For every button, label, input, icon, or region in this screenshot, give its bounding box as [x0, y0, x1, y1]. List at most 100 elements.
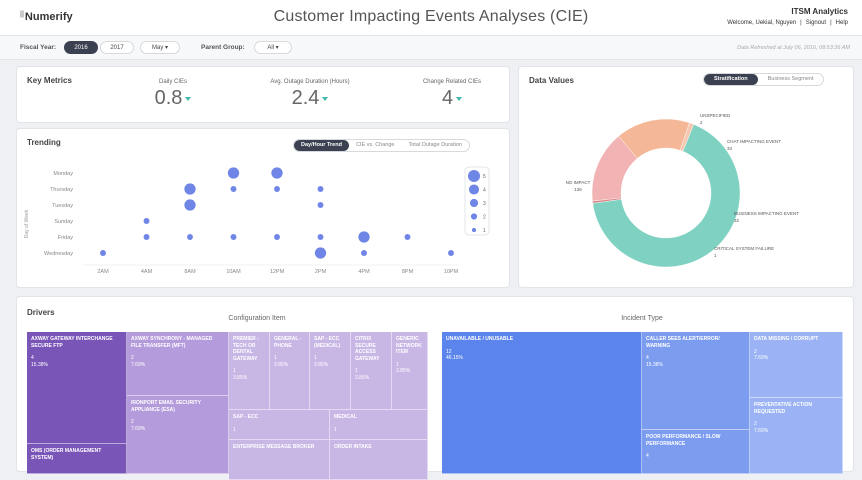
bubble-point[interactable] [100, 250, 106, 256]
treemap-cell-label: PREVENTATIVE ACTION REQUESTED [754, 402, 812, 415]
bubble-point[interactable] [314, 247, 327, 259]
slice-label: UNSPECIFIED [700, 113, 731, 118]
refresh-timestamp: Data Refreshed at July 06, 2016, 08:53:3… [737, 45, 850, 51]
bubble-point[interactable] [404, 234, 411, 240]
config-treemap-cell[interactable]: AXWAY SYNCHRONY - MANAGED FILE TRANSFER … [127, 332, 229, 396]
user-nav: Welcome, Uekial, Nguyen | Signout | Help [725, 20, 850, 26]
bubble-point[interactable] [143, 218, 150, 224]
slice-label: BUSINESS IMPACTING EVENT [734, 211, 799, 216]
product-name: ITSM Analytics [791, 7, 848, 16]
treemap-cell-percent: 7.69% [131, 425, 146, 432]
incident-treemap-cell[interactable]: DATA MISSING / CORRUPT 2 7.69% [750, 332, 843, 398]
caret-down-icon [456, 96, 463, 101]
treemap-cell-percent: 3.85% [233, 374, 248, 381]
bubble-point[interactable] [143, 234, 150, 240]
bubble-point[interactable] [358, 231, 370, 243]
year-2017-button[interactable]: 2017 [100, 41, 134, 54]
treemap-cell-percent: 7.69% [754, 427, 769, 434]
metric-daily-cies[interactable]: Daily CIEs 0.8 [118, 79, 228, 110]
metric-number: 0.8 [154, 87, 183, 109]
caret-down-icon [322, 96, 329, 101]
y-tick-label: Sunday [54, 219, 73, 225]
bubble-point[interactable] [184, 199, 196, 211]
treemap-cell-percent: 7.69% [754, 355, 769, 361]
treemap-cell-label: CALLER SEES ALERT/ERROR/ WARNING [646, 336, 720, 349]
config-treemap-cell[interactable]: GENERAL - PHONE 1 3.85% [270, 332, 310, 410]
incident-type-title: Incident Type [621, 315, 663, 322]
legend-bubble [471, 227, 477, 233]
config-treemap-cell[interactable]: CITRIX SECURE ACCESS GATEWAY 1 3.85% [351, 332, 392, 410]
donut-chart: NO IMPACT 136 UNSPECIFIED 2 CHAT IMPACTING E… [566, 113, 799, 268]
slice-label: CHAT IMPACTING EVENT [727, 139, 781, 144]
config-treemap-cell[interactable]: SAP - ECC (MEDICAL) 1 3.85% [310, 332, 351, 410]
slice-value: 1 [714, 253, 717, 258]
config-treemap-cell[interactable]: AXWAY GATEWAY INTERCHANGE SECURE FTP 4 15.… [27, 332, 127, 444]
treemap-cell-percent: 15.38% [646, 361, 663, 368]
bubble-point[interactable] [317, 234, 324, 240]
metric-number: 4 [441, 87, 454, 109]
config-treemap-cell[interactable]: ENTERPRISE MESSAGE BROKER [229, 440, 330, 480]
treemap-cell-label: DATA MISSING / CORRUPT [754, 336, 819, 342]
config-treemap-cell[interactable]: ORDER INTAKE [330, 440, 428, 480]
y-tick-label: Tuesday [52, 203, 73, 209]
bubble-point[interactable] [317, 202, 324, 208]
data-values-card: Data Values Stratification Business Segm… [518, 66, 854, 288]
treemap-cell-label: AXWAY GATEWAY INTERCHANGE SECURE FTP [31, 336, 113, 349]
bubble-point[interactable] [184, 183, 196, 195]
slice-value: 32 [734, 218, 740, 223]
bubble-point[interactable] [230, 186, 237, 192]
top-bar: ||Numerify Customer Impacting Events Ana… [0, 0, 862, 36]
bubble-point[interactable] [227, 167, 240, 179]
bubble-point[interactable] [274, 186, 280, 192]
slice-label: CRITICAL SYSTEM FAILURE [714, 246, 774, 251]
bubble-point[interactable] [187, 234, 193, 240]
treemap-cell-percent: 7.69% [131, 361, 146, 368]
treemap-cell-label: PREMIER - TECH OR DENTAL GATEWAY [233, 336, 259, 362]
bubble-point[interactable] [271, 167, 283, 179]
config-treemap-cell[interactable]: MEDICAL 1 [330, 410, 428, 440]
configuration-item-title: Configuration Item [228, 315, 286, 322]
config-treemap-cell[interactable]: IRONPORT EMAIL SECURITY APPLIANCE (ESA) 2… [127, 396, 229, 474]
metric-label: Daily CIEs [158, 79, 187, 85]
config-treemap-cell[interactable]: SAP - ECC 1 [229, 410, 330, 440]
metric-number: 2.4 [291, 87, 320, 109]
config-treemap-cell[interactable]: GENERIC NETWORK ITEM 1 3.85% [392, 332, 428, 410]
config-treemap-cell[interactable]: PREMIER - TECH OR DENTAL GATEWAY 1 3.85% [229, 332, 270, 410]
incident-treemap-cell[interactable]: POOR PERFORMANCE / SLOW PERFORMANCE 4 [642, 430, 750, 474]
treemap-cell-label: AXWAY SYNCHRONY - MANAGED FILE TRANSFER … [131, 336, 213, 349]
treemap-cell-label: POOR PERFORMANCE / SLOW PERFORMANCE [646, 434, 721, 447]
slice-value: 136 [574, 187, 582, 192]
signout-link[interactable]: Signout [806, 20, 826, 26]
parent-group-label: Parent Group: [201, 44, 245, 51]
incident-treemap-cell[interactable]: CALLER SEES ALERT/ERROR/ WARNING 4 15.38% [642, 332, 750, 430]
treemap-cell-label: ORDER INTAKE [334, 444, 372, 450]
config-treemap-cell[interactable]: OMS (ORDER MANAGEMENT SYSTEM) [27, 444, 127, 474]
month-select[interactable]: May ▾ [140, 41, 180, 54]
metric-avg-outage[interactable]: Avg. Outage Duration (Hours) 2.4 [245, 79, 375, 110]
parent-group-select[interactable]: All ▾ [254, 41, 292, 54]
treemap-cell-count: 4 [646, 453, 649, 459]
x-tick-label: 2PM [315, 269, 327, 275]
incident-treemap-cell[interactable]: UNAVAILABLE / UNUSABLE 12 46.15% [442, 332, 642, 474]
bubble-point[interactable] [361, 250, 367, 256]
incident-treemap-cell[interactable]: PREVENTATIVE ACTION REQUESTED 2 7.69% [750, 398, 843, 474]
metric-change-related[interactable]: Change Related CIEs 4 [397, 79, 507, 110]
legend-bubble [467, 169, 481, 183]
group-value: All [267, 45, 274, 51]
treemap-cell-percent: 3.85% [314, 361, 329, 368]
year-2016-button[interactable]: 2016 [64, 41, 98, 54]
bubble-point[interactable] [448, 250, 454, 256]
bubble-point[interactable] [230, 234, 237, 240]
month-value: May [151, 45, 164, 51]
y-tick-label: Monday [53, 171, 73, 177]
bubble-point[interactable] [317, 186, 324, 192]
x-tick-label: 8AM [184, 269, 196, 275]
y-axis-title: Day of Week [24, 209, 30, 238]
bubble-point[interactable] [274, 234, 280, 240]
treemap-cell-percent: 3.85% [355, 374, 370, 381]
legend-label: 1 [483, 228, 486, 234]
help-link[interactable]: Help [836, 20, 848, 26]
x-tick-label: 2AM [97, 269, 109, 275]
treemap-cell-count: 1 [334, 426, 337, 433]
x-tick-label: 10AM [226, 269, 241, 275]
